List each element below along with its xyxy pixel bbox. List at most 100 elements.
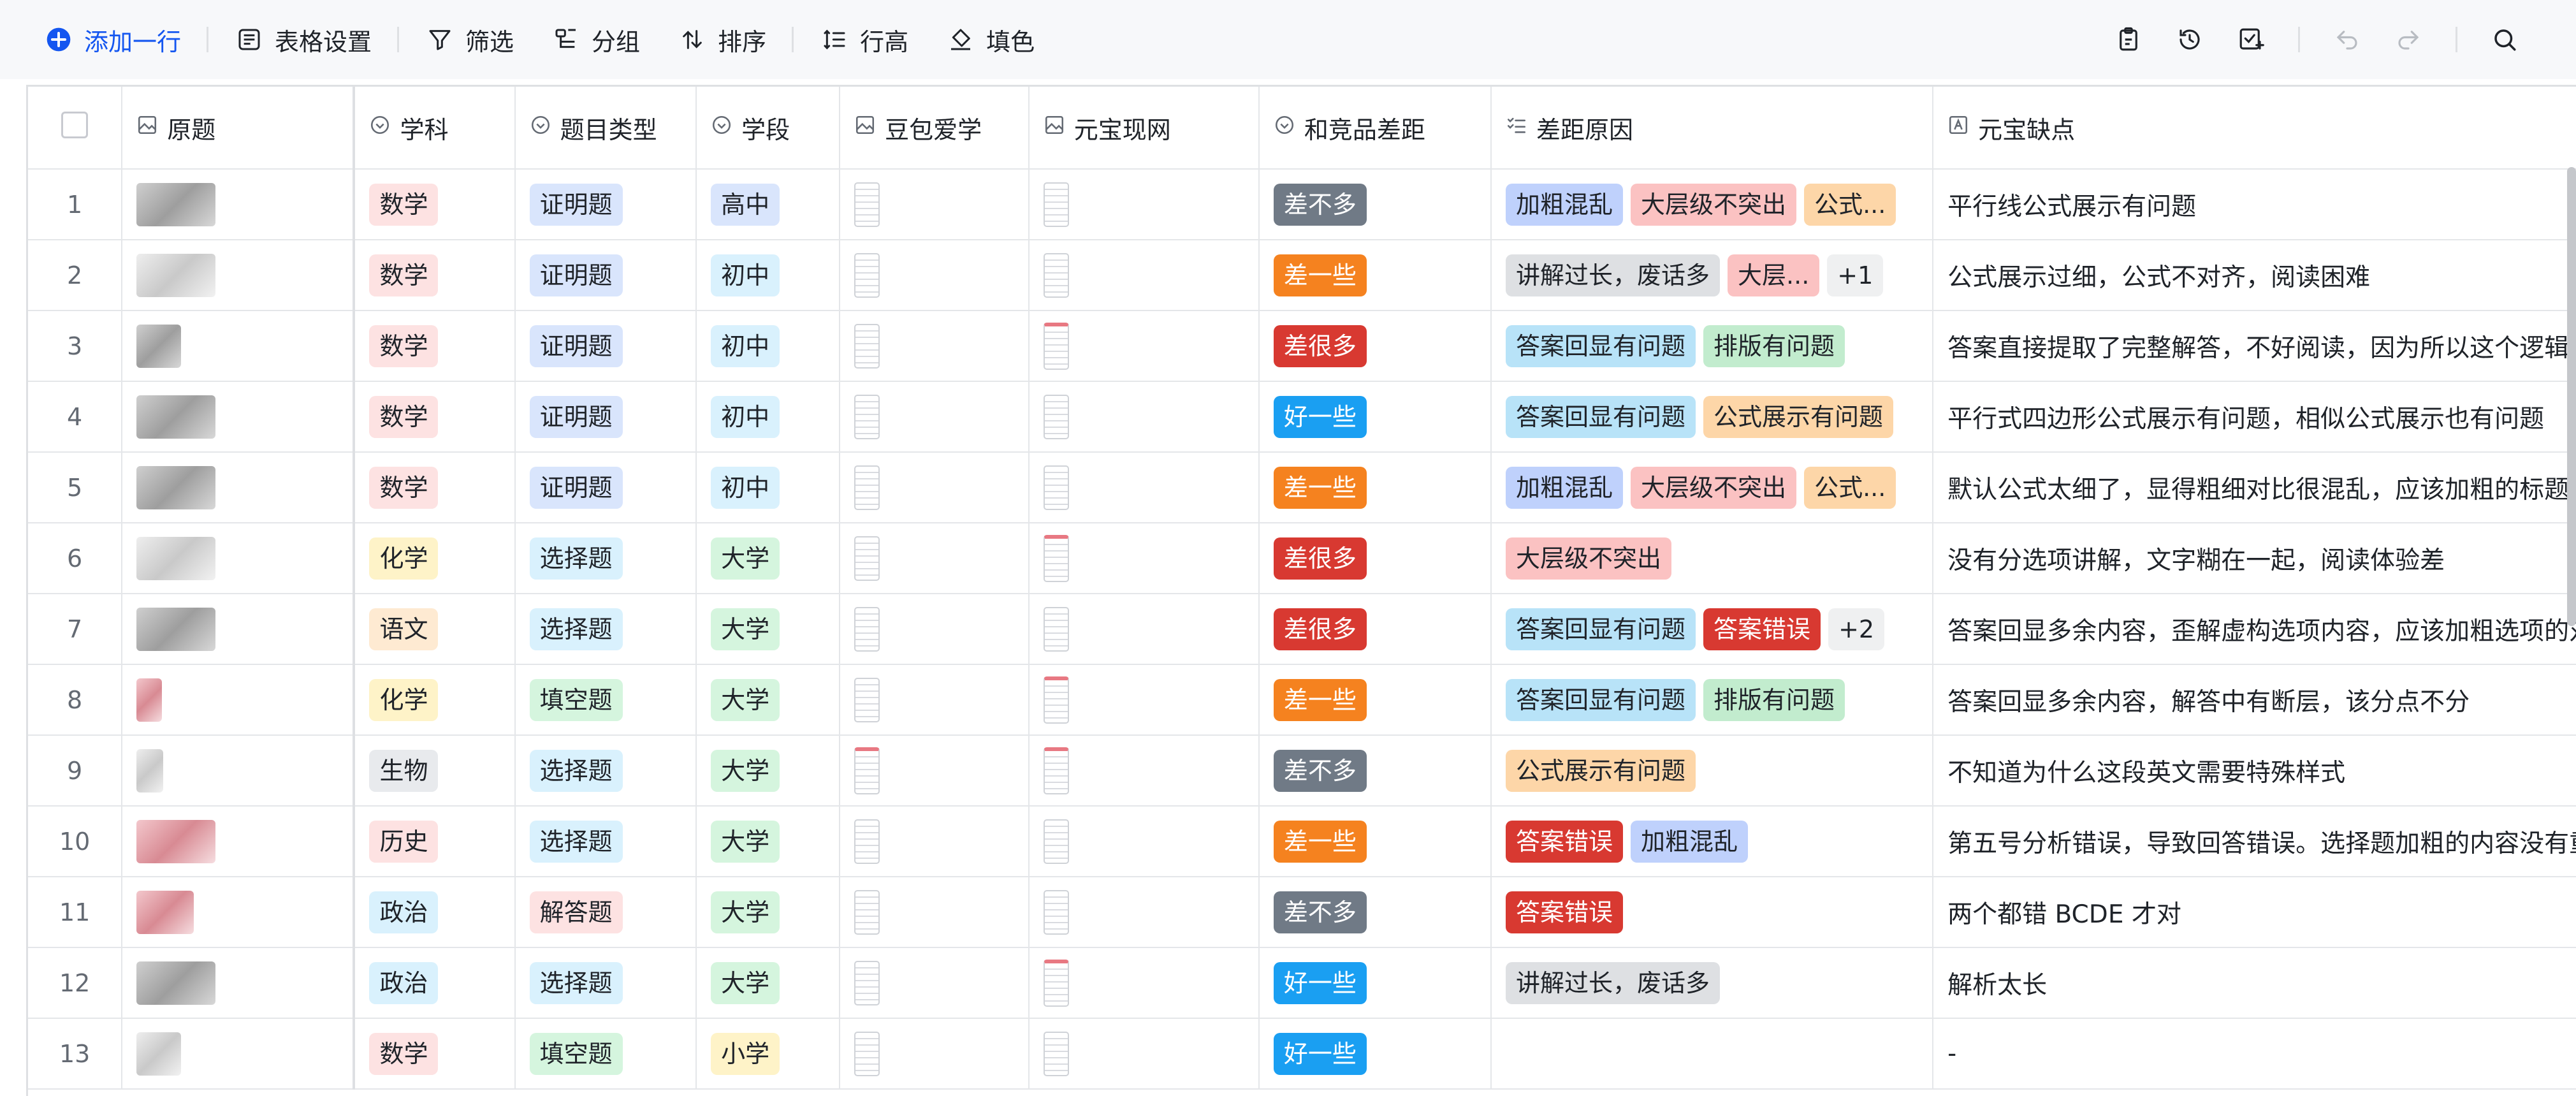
- cell-doubao-image[interactable]: [840, 240, 1030, 311]
- question-thumbnail[interactable]: [136, 536, 216, 580]
- doubao-screenshot-thumbnail[interactable]: [854, 252, 880, 298]
- cell-gap-reasons[interactable]: [1491, 1018, 1934, 1090]
- cell-subject[interactable]: 政治: [354, 947, 516, 1019]
- cell-yuanbao-image[interactable]: [1028, 877, 1260, 948]
- column-header-yuanbao[interactable]: 元宝现网: [1028, 87, 1260, 170]
- cell-stage[interactable]: 大学: [696, 594, 841, 665]
- toolbar-group-button[interactable]: 分组: [542, 22, 649, 57]
- yuanbao-screenshot-thumbnail[interactable]: [1043, 394, 1069, 439]
- yuanbao-screenshot-thumbnail[interactable]: [1043, 819, 1069, 864]
- cell-yuanbao-image[interactable]: [1028, 452, 1260, 523]
- cell-yuanbao-image[interactable]: [1028, 664, 1260, 736]
- yuanbao-screenshot-thumbnail[interactable]: [1043, 534, 1069, 582]
- cell-question-type[interactable]: 选择题: [514, 523, 697, 594]
- cell-question-type[interactable]: 填空题: [514, 1018, 697, 1090]
- cell-question-type[interactable]: 解答题: [514, 877, 697, 948]
- cell-subject[interactable]: 化学: [354, 664, 516, 736]
- cell-stage[interactable]: 大学: [696, 947, 841, 1019]
- column-header-stage[interactable]: 学段: [696, 87, 841, 170]
- column-header-question[interactable]: 原题: [122, 87, 356, 170]
- cell-gap-reasons[interactable]: 公式展示有问题: [1491, 735, 1934, 807]
- clipboard-icon[interactable]: [2113, 24, 2144, 55]
- cell-subject[interactable]: 语文: [354, 594, 516, 665]
- cell-subject[interactable]: 生物: [354, 735, 516, 807]
- question-thumbnail[interactable]: [136, 961, 216, 1005]
- cell-yuanbao-defect[interactable]: 公式展示过细，公式不对齐，阅读困难: [1933, 240, 2576, 311]
- yuanbao-screenshot-thumbnail[interactable]: [1043, 606, 1069, 652]
- cell-question-image[interactable]: [122, 169, 356, 240]
- table-row[interactable]: 5 数学 证明题 初中 差一些 加粗混乱 大层级不突出 公式... 默认公式太细了，显得粗细对比…: [28, 452, 2576, 523]
- cell-question-image[interactable]: [122, 381, 356, 453]
- cell-question-type[interactable]: 选择题: [514, 594, 697, 665]
- cell-question-image[interactable]: [122, 735, 356, 807]
- cell-subject[interactable]: 政治: [354, 877, 516, 948]
- doubao-screenshot-thumbnail[interactable]: [854, 182, 880, 227]
- cell-gap[interactable]: 好一些: [1258, 1018, 1492, 1090]
- cell-doubao-image[interactable]: [840, 381, 1030, 453]
- cell-gap-reasons[interactable]: 答案回显有问题 排版有问题: [1491, 311, 1934, 382]
- doubao-screenshot-thumbnail[interactable]: [854, 747, 880, 794]
- table-row[interactable]: 11 政治 解答题 大学 差不多 答案错误 两个都错 BCDE 才对: [28, 877, 2576, 948]
- toolbar-filter-button[interactable]: 筛选: [416, 22, 523, 57]
- cell-yuanbao-defect[interactable]: 两个都错 BCDE 才对: [1933, 877, 2576, 948]
- cell-gap[interactable]: 好一些: [1258, 947, 1492, 1019]
- cell-doubao-image[interactable]: [840, 1018, 1030, 1090]
- cell-stage[interactable]: 小学: [696, 1018, 841, 1090]
- column-header-gap[interactable]: 和竞品差距: [1258, 87, 1492, 170]
- cell-yuanbao-defect[interactable]: 答案直接提取了完整解答，不好阅读，因为所以这个逻辑好: [1933, 311, 2576, 382]
- yuanbao-screenshot-thumbnail[interactable]: [1043, 1031, 1069, 1076]
- cell-question-image[interactable]: [122, 240, 356, 311]
- cell-question-type[interactable]: 选择题: [514, 806, 697, 877]
- table-row[interactable]: 2 数学 证明题 初中 差一些 讲解过长，废话多 大层... +1 公式展示过细，公式不对齐，阅…: [28, 240, 2576, 311]
- cell-yuanbao-image[interactable]: [1028, 381, 1260, 453]
- cell-yuanbao-image[interactable]: [1028, 735, 1260, 807]
- column-header-subject[interactable]: 学科: [354, 87, 516, 170]
- question-thumbnail[interactable]: [136, 465, 216, 509]
- cell-doubao-image[interactable]: [840, 523, 1030, 594]
- cell-question-image[interactable]: [122, 877, 356, 948]
- cell-doubao-image[interactable]: [840, 594, 1030, 665]
- cell-gap-reasons[interactable]: 加粗混乱 大层级不突出 公式...: [1491, 452, 1934, 523]
- cell-question-image[interactable]: [122, 947, 356, 1019]
- cell-subject[interactable]: 历史: [354, 806, 516, 877]
- toolbar-row-height-button[interactable]: 行高: [810, 22, 917, 57]
- cell-yuanbao-image[interactable]: [1028, 311, 1260, 382]
- cell-gap-reasons[interactable]: 答案回显有问题 排版有问题: [1491, 664, 1934, 736]
- cell-gap-reasons[interactable]: 讲解过长，废话多: [1491, 947, 1934, 1019]
- cell-stage[interactable]: 大学: [696, 877, 841, 948]
- cell-gap[interactable]: 好一些: [1258, 381, 1492, 453]
- cell-doubao-image[interactable]: [840, 947, 1030, 1019]
- cell-subject[interactable]: 数学: [354, 381, 516, 453]
- cell-question-image[interactable]: [122, 523, 356, 594]
- cell-gap[interactable]: 差不多: [1258, 735, 1492, 807]
- cell-stage[interactable]: 大学: [696, 664, 841, 736]
- cell-question-type[interactable]: 证明题: [514, 452, 697, 523]
- cell-doubao-image[interactable]: [840, 452, 1030, 523]
- yuanbao-screenshot-thumbnail[interactable]: [1043, 959, 1069, 1007]
- cell-doubao-image[interactable]: [840, 806, 1030, 877]
- table-row[interactable]: 7 语文 选择题 大学 差很多 答案回显有问题 答案错误 +2 答案回显多余内容，歪解虚构选项内…: [28, 594, 2576, 665]
- cell-question-type[interactable]: 填空题: [514, 664, 697, 736]
- question-thumbnail[interactable]: [136, 395, 216, 439]
- cell-question-type[interactable]: 证明题: [514, 169, 697, 240]
- toolbar-fill-color-button[interactable]: 填色: [936, 22, 1044, 57]
- cell-yuanbao-image[interactable]: [1028, 594, 1260, 665]
- table-row[interactable]: 10 历史 选择题 大学 差一些 答案错误 加粗混乱 第五号分析错误，导致回答错误。选择题加粗…: [28, 806, 2576, 877]
- cell-stage[interactable]: 初中: [696, 311, 841, 382]
- cell-question-type[interactable]: 证明题: [514, 311, 697, 382]
- question-thumbnail[interactable]: [136, 182, 216, 226]
- select-all-checkbox[interactable]: [61, 111, 89, 138]
- table-row[interactable]: 8 化学 填空题 大学 差一些 答案回显有问题 排版有问题 答案回显多余内容，解答中有断层，该…: [28, 664, 2576, 736]
- cell-stage[interactable]: 大学: [696, 523, 841, 594]
- cell-gap-reasons[interactable]: 答案错误: [1491, 877, 1934, 948]
- cell-stage[interactable]: 高中: [696, 169, 841, 240]
- table-row[interactable]: 12 政治 选择题 大学 好一些 讲解过长，废话多 解析太长: [28, 947, 2576, 1019]
- doubao-screenshot-thumbnail[interactable]: [854, 960, 880, 1005]
- doubao-screenshot-thumbnail[interactable]: [854, 394, 880, 439]
- yuanbao-screenshot-thumbnail[interactable]: [1043, 465, 1069, 510]
- cell-doubao-image[interactable]: [840, 311, 1030, 382]
- yuanbao-screenshot-thumbnail[interactable]: [1043, 676, 1069, 724]
- cell-question-image[interactable]: [122, 311, 356, 382]
- doubao-screenshot-thumbnail[interactable]: [854, 677, 880, 722]
- cell-yuanbao-defect[interactable]: 默认公式太细了，显得粗细对比很混乱，应该加粗的标题也: [1933, 452, 2576, 523]
